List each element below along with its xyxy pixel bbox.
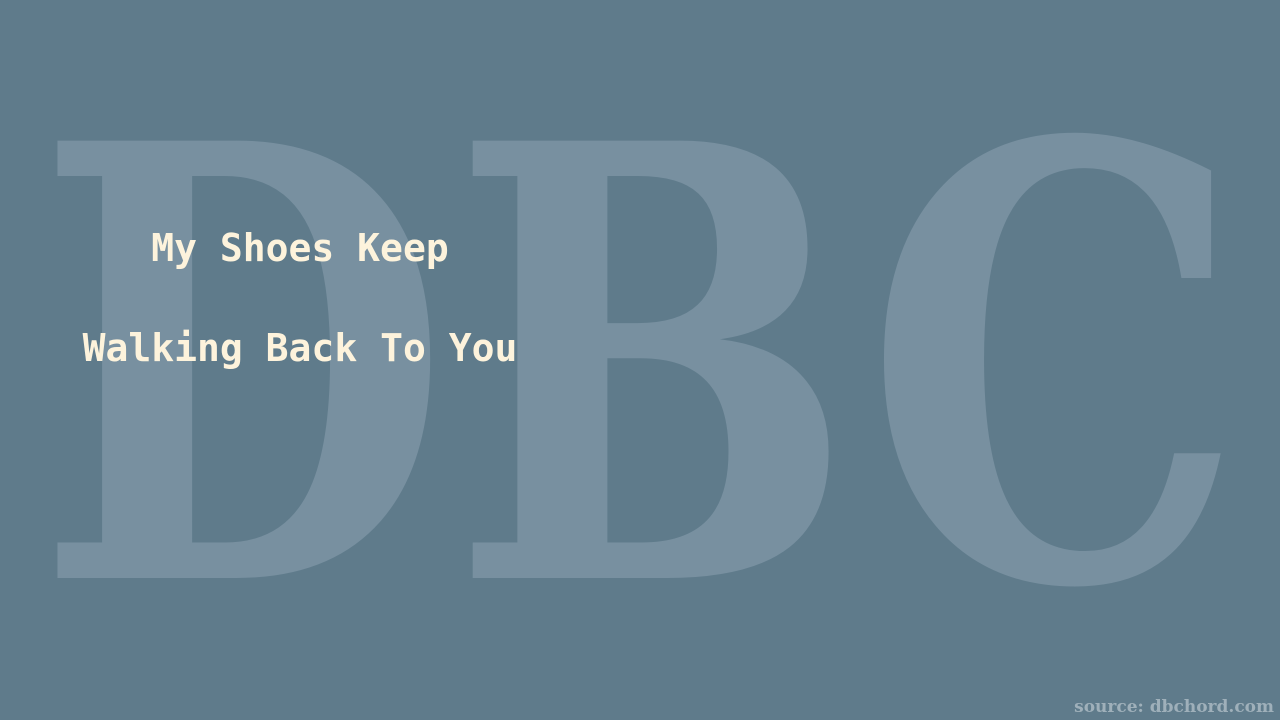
song-title-line-1: My Shoes Keep <box>151 226 449 270</box>
source-credit: source: dbchord.com <box>1074 697 1274 717</box>
song-title-line-2: Walking Back To You <box>82 326 518 370</box>
